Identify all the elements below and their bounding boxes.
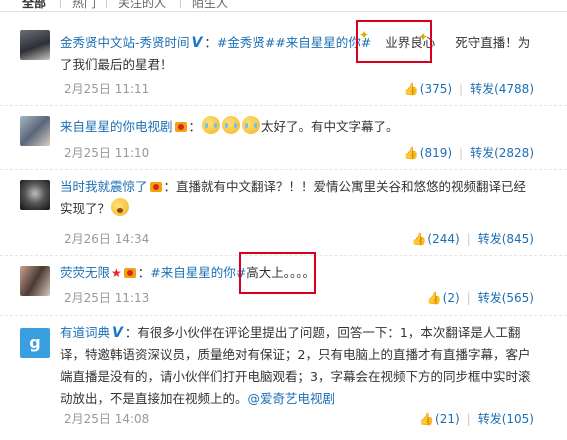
like-icon[interactable]: 👍 [404, 82, 419, 96]
avatar[interactable] [20, 30, 50, 60]
comment-author[interactable]: 当时我就震惊了 [60, 179, 148, 194]
tab-hot[interactable]: 热门 [72, 0, 96, 11]
like-icon[interactable]: 👍 [404, 146, 419, 160]
comment-author[interactable]: 有道词典 [60, 325, 110, 340]
comment-text: 太好了。有中文字幕了。 [261, 119, 399, 134]
comment-time: 2月26日 14:34 [64, 232, 150, 246]
avatar[interactable] [20, 116, 50, 146]
tab-strangers[interactable]: 陌生人 [192, 0, 228, 11]
comment-author[interactable]: 金秀贤中文站-秀贤时间 [60, 35, 190, 50]
avatar[interactable] [20, 180, 50, 210]
highlight-box [356, 20, 432, 63]
comment-time: 2月25日 11:11 [64, 82, 150, 96]
comment-author[interactable]: 荧荧无限 [60, 265, 110, 280]
repost-button[interactable]: 转发(565) [478, 291, 534, 305]
crying-emoji-icon [202, 116, 221, 134]
comment-item: 来自星星的你电视剧：太好了。有中文字幕了。 2月25日 11:10 👍(819)… [0, 106, 567, 170]
repost-button[interactable]: 转发(105) [478, 412, 534, 426]
like-count[interactable]: (21) [435, 412, 460, 426]
member-crown-icon [174, 122, 187, 132]
comment-item: 当时我就震惊了 ：直播就有中文翻译？！！爱情公寓里关谷和悠悠的视频翻译已经实现了？… [0, 170, 567, 256]
like-count[interactable]: (2) [443, 291, 460, 305]
topic-link[interactable]: #来自星星的你# [150, 265, 246, 280]
repost-button[interactable]: 转发(2828) [470, 146, 534, 160]
like-count[interactable]: (244) [427, 232, 459, 246]
crying-emoji-icon [222, 116, 241, 134]
tab-divider [60, 0, 61, 8]
repost-button[interactable]: 转发(845) [478, 232, 534, 246]
comment-time: 2月25日 14:08 [64, 412, 150, 426]
comment-filter-tabs: 全部 热门 关注的人 陌生人 [0, 0, 567, 12]
tab-all[interactable]: 全部 [22, 0, 46, 11]
like-icon[interactable]: 👍 [419, 412, 434, 426]
member-crown-icon [123, 268, 136, 278]
highlight-box [239, 252, 316, 294]
like-icon[interactable]: 👍 [427, 291, 442, 305]
verified-icon: V [112, 325, 123, 341]
mention-link[interactable]: @爱奇艺电视剧 [248, 391, 336, 406]
star-icon: ★ [111, 266, 122, 280]
like-count[interactable]: (375) [420, 82, 452, 96]
comment-author[interactable]: 来自星星的你电视剧 [60, 119, 173, 134]
crying-emoji-icon [242, 116, 261, 134]
tab-following[interactable]: 关注的人 [118, 0, 166, 11]
tab-divider [106, 0, 107, 8]
like-count[interactable]: (819) [420, 146, 452, 160]
verified-icon: V [191, 35, 203, 51]
like-icon[interactable]: 👍 [411, 232, 426, 246]
avatar[interactable] [20, 266, 50, 296]
comment-time: 2月25日 11:13 [64, 291, 150, 305]
comment-item: 金秀贤中文站-秀贤时间 V ：#金秀贤##来自星星的你# 业界良心 死守直播！为了我们最… [0, 22, 567, 106]
tab-divider [180, 0, 181, 8]
shocked-emoji-icon [111, 198, 130, 216]
youdao-logo[interactable]: g [20, 328, 50, 358]
comment-time: 2月25日 11:10 [64, 146, 150, 160]
member-crown-icon [149, 182, 162, 192]
repost-button[interactable]: 转发(4788) [470, 82, 534, 96]
comment-item: g 有道词典 V ：有很多小伙伴在评论里提出了问题，回答一下：1，本次翻译是人工翻译… [0, 316, 567, 440]
topic-link[interactable]: #金秀贤##来自星星的你# [217, 35, 371, 50]
